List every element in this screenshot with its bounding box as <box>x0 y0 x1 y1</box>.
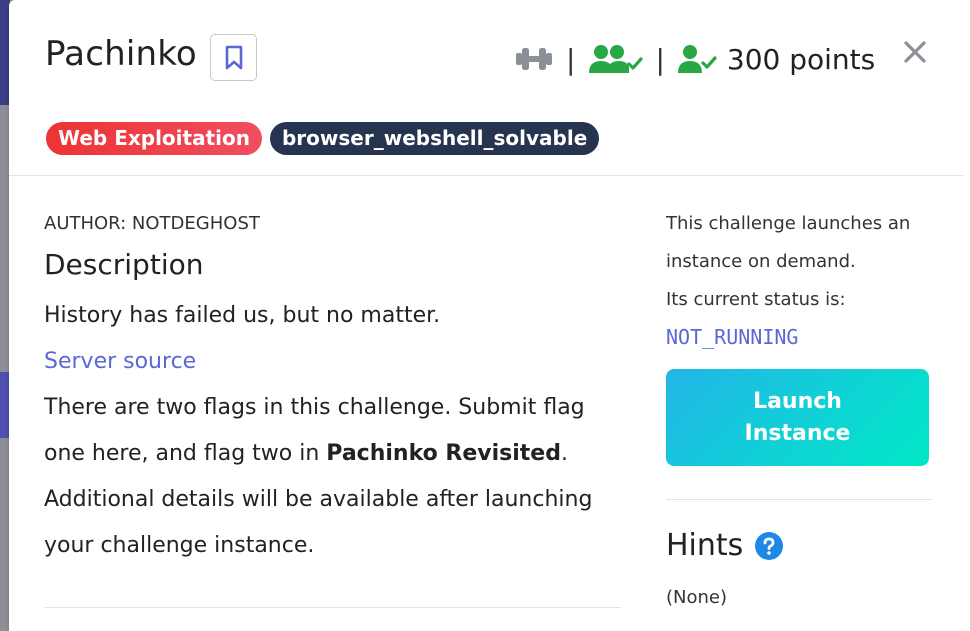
challenge-stats: | | 300 points <box>514 37 875 81</box>
challenge-title: Pachinko <box>45 34 197 74</box>
hints-divider <box>666 499 932 500</box>
hints-heading: Hints <box>666 528 744 563</box>
stats-separator: | <box>655 42 665 76</box>
stats-separator: | <box>566 42 576 76</box>
hints-header: Hints <box>666 528 936 563</box>
hints-value: (None) <box>666 587 728 608</box>
points-label: 300 points <box>726 42 876 76</box>
user-check-icon <box>677 45 717 73</box>
modal-header: Pachinko | | 300 points Web Exploitation… <box>9 0 964 176</box>
dumbbell-icon <box>516 48 552 70</box>
description-body: History has failed us, but no matter. Se… <box>44 293 624 569</box>
bookmark-icon <box>225 45 242 69</box>
tag-web-exploitation[interactable]: Web Exploitation <box>46 122 262 155</box>
description-paragraph-1: History has failed us, but no matter. <box>44 303 441 328</box>
instance-info-line-2: instance on demand. <box>666 251 856 272</box>
bookmark-button[interactable] <box>210 34 257 81</box>
pachinko-revisited-text: Pachinko Revisited <box>326 441 561 466</box>
instance-panel: This challenge launches an instance on d… <box>666 205 936 608</box>
tag-browser-webshell-solvable[interactable]: browser_webshell_solvable <box>269 122 600 155</box>
content-divider <box>44 607 621 608</box>
instance-info-line-3: Its current status is: <box>666 289 846 310</box>
server-source-link[interactable]: Server source <box>44 339 624 385</box>
description-heading: Description <box>44 248 204 281</box>
instance-info-line-1: This challenge launches an <box>666 213 911 234</box>
challenge-modal: Pachinko | | 300 points Web Exploitation… <box>9 0 970 631</box>
launch-instance-button[interactable]: Launch Instance <box>666 369 929 466</box>
author-label: AUTHOR: NOTDEGHOST <box>44 213 260 234</box>
users-check-icon <box>589 45 644 73</box>
question-circle-icon[interactable] <box>755 531 784 560</box>
tag-list: Web Exploitation browser_webshell_solvab… <box>46 122 600 155</box>
instance-status: NOT_RUNNING <box>666 325 799 349</box>
close-icon <box>904 41 926 63</box>
close-button[interactable] <box>901 38 929 66</box>
challenge-details: AUTHOR: NOTDEGHOST Description History h… <box>44 205 624 569</box>
